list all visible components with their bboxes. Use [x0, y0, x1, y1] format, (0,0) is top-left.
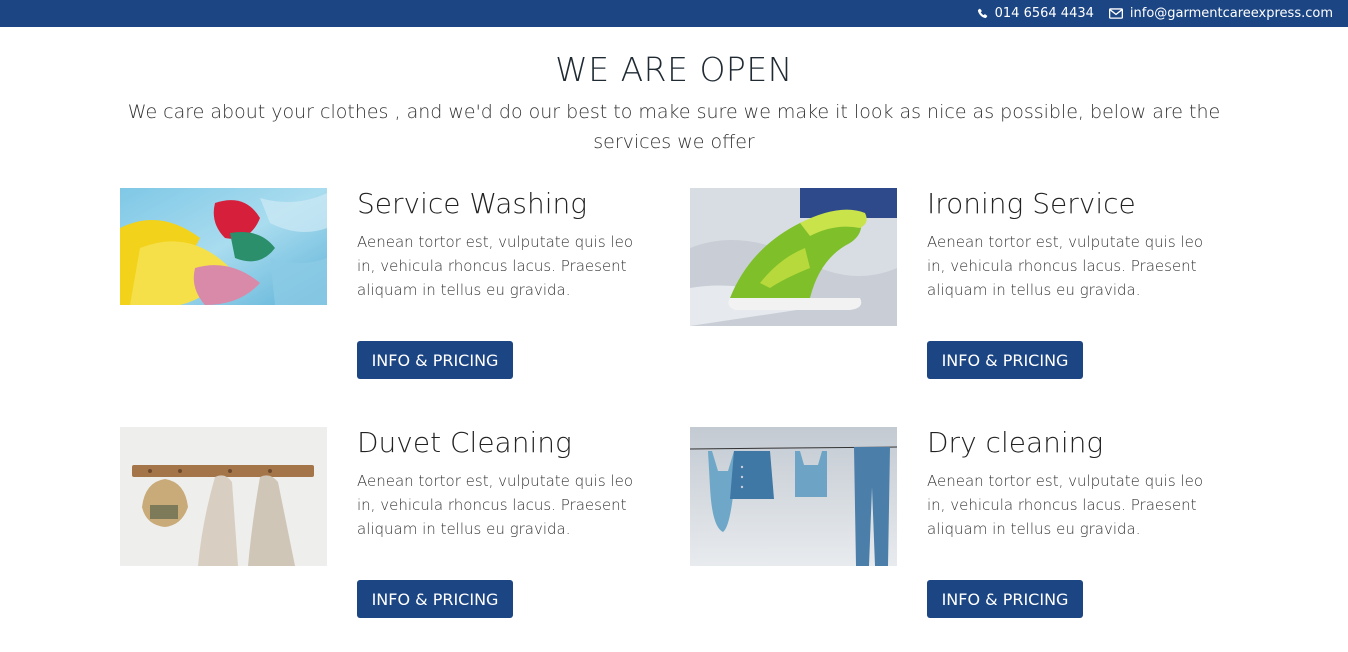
service-title: Dry cleaning — [927, 426, 1104, 459]
clothesline-photo — [690, 427, 897, 566]
washing-photo — [120, 188, 327, 305]
email-contact[interactable]: info@garmentcareexpress.com — [1108, 6, 1333, 21]
email-address: info@garmentcareexpress.com — [1129, 6, 1333, 21]
service-description: Aenean tortor est, vulputate quis leo in… — [357, 472, 633, 538]
service-title: Ironing Service — [927, 187, 1136, 220]
service-card-dry-cleaning: Dry cleaning Aenean tortor est, vulputat… — [690, 427, 1250, 627]
service-title: Duvet Cleaning — [357, 426, 572, 459]
phone-contact[interactable]: 014 6564 4434 — [977, 6, 1094, 21]
phone-icon — [977, 8, 987, 19]
envelope-icon — [1108, 8, 1123, 19]
service-description: Aenean tortor est, vulputate quis leo in… — [927, 233, 1203, 299]
service-description: Aenean tortor est, vulputate quis leo in… — [357, 233, 633, 299]
service-card-ironing: Ironing Service Aenean tortor est, vulpu… — [690, 188, 1250, 388]
towels-photo — [120, 427, 327, 566]
service-title: Service Washing — [357, 187, 588, 220]
info-pricing-button[interactable]: INFO & PRICING — [357, 580, 513, 618]
service-card-duvet: Duvet Cleaning Aenean tortor est, vulput… — [120, 427, 680, 627]
info-pricing-button[interactable]: INFO & PRICING — [927, 341, 1083, 379]
service-card-washing: Service Washing Aenean tortor est, vulpu… — [120, 188, 680, 388]
info-pricing-button[interactable]: INFO & PRICING — [927, 580, 1083, 618]
service-description: Aenean tortor est, vulputate quis leo in… — [927, 472, 1203, 538]
iron-photo — [690, 188, 897, 326]
page-title: WE ARE OPEN — [555, 50, 793, 89]
top-contact-bar: 014 6564 4434 info@garmentcareexpress.co… — [0, 0, 1348, 27]
page-subtitle: We care about your clothes , and we'd do… — [127, 101, 1221, 153]
info-pricing-button[interactable]: INFO & PRICING — [357, 341, 513, 379]
phone-number: 014 6564 4434 — [994, 6, 1094, 21]
